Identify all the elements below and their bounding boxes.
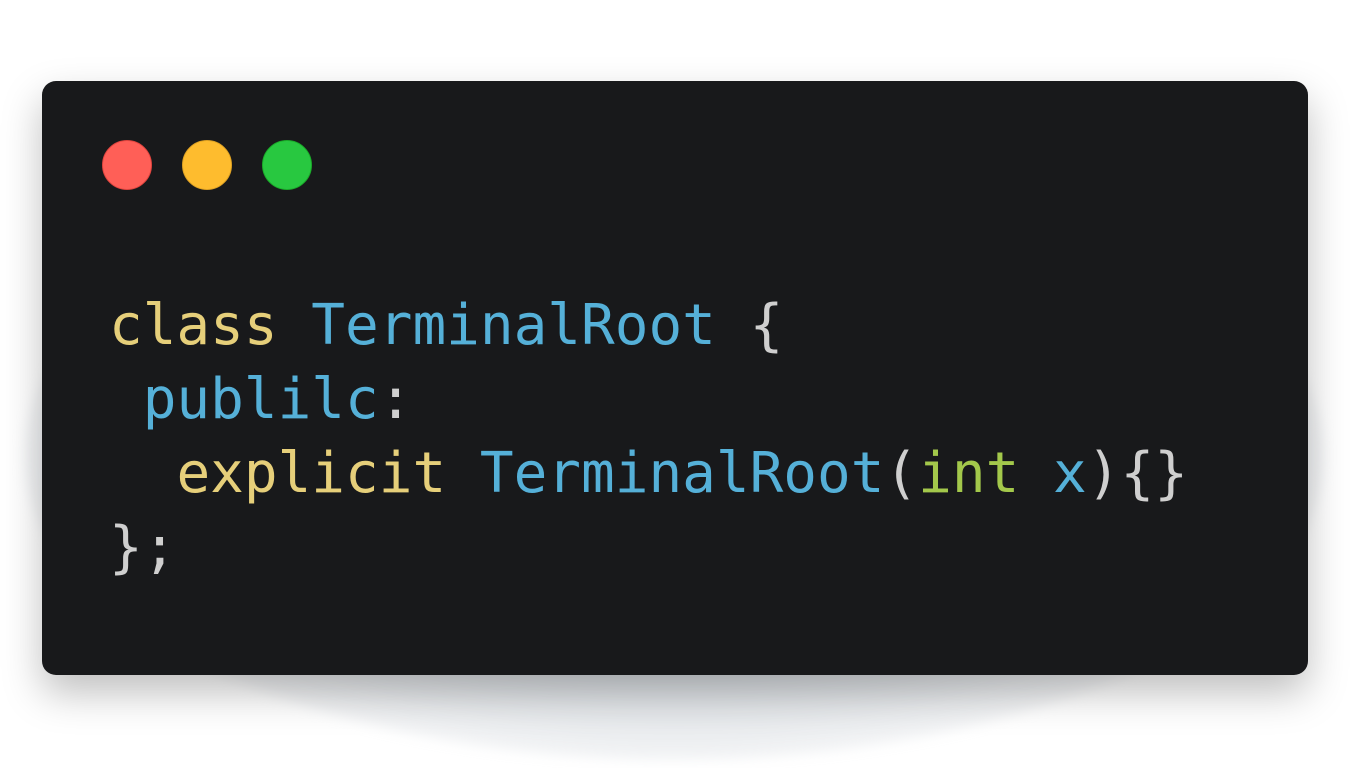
keyword-explicit: explicit	[176, 441, 447, 506]
open-brace: {	[749, 293, 784, 358]
param-type: int	[918, 441, 1020, 506]
param-name: x	[1053, 441, 1087, 506]
class-name: TerminalRoot	[311, 293, 716, 358]
class-end: };	[109, 515, 177, 580]
window-controls	[102, 140, 312, 190]
code-line-2: publilc:	[109, 363, 1188, 437]
colon: :	[378, 367, 413, 432]
stage: class TerminalRoot { publilc: explicit T…	[0, 0, 1360, 768]
close-dot-icon[interactable]	[102, 140, 152, 190]
code-block: class TerminalRoot { publilc: explicit T…	[109, 289, 1188, 585]
open-paren: (	[884, 441, 919, 506]
close-paren-body: ){}	[1086, 441, 1188, 506]
code-line-3: explicit TerminalRoot(int x){}	[109, 437, 1188, 511]
constructor-name: TerminalRoot	[479, 441, 885, 506]
access-specifier: publilc	[142, 367, 379, 432]
keyword-class: class	[109, 293, 278, 358]
maximize-dot-icon[interactable]	[262, 140, 312, 190]
code-window: class TerminalRoot { publilc: explicit T…	[42, 81, 1308, 675]
code-line-1: class TerminalRoot {	[109, 289, 1188, 363]
minimize-dot-icon[interactable]	[182, 140, 232, 190]
code-line-4: };	[109, 511, 1188, 585]
